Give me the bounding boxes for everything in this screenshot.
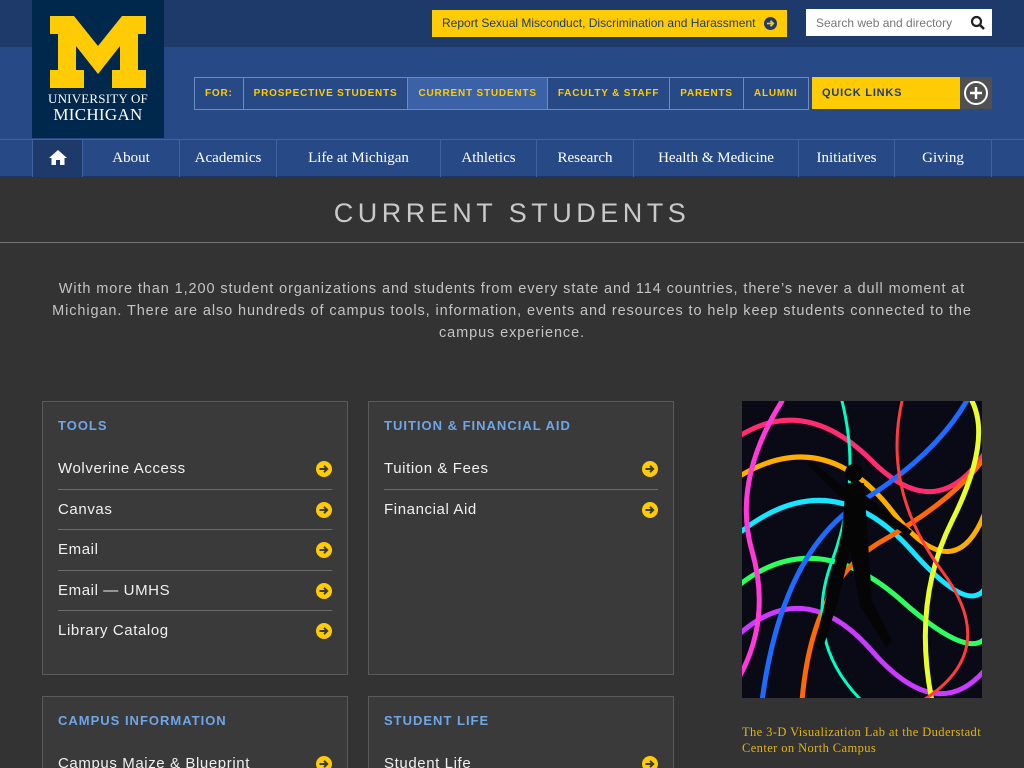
- link-label: Email: [58, 541, 99, 558]
- nav-life-at-michigan[interactable]: Life at Michigan: [276, 140, 440, 177]
- link-email[interactable]: Email: [58, 530, 332, 571]
- search-input[interactable]: [806, 9, 966, 36]
- link-label: Canvas: [58, 500, 113, 518]
- nav-home[interactable]: [32, 140, 82, 177]
- visualization-lab-photo[interactable]: [742, 401, 982, 698]
- tuition-heading: TUITION & FINANCIAL AID: [384, 418, 571, 433]
- logo-text-michigan: MICHIGAN: [53, 105, 143, 124]
- block-m-icon: [50, 16, 146, 88]
- page-title: CURRENT STUDENTS: [0, 177, 1024, 243]
- nav-research[interactable]: Research: [536, 140, 633, 177]
- arrow-right-circle-icon: [642, 756, 658, 768]
- university-logo[interactable]: UNIVERSITY OF MICHIGAN: [32, 0, 164, 138]
- tools-heading: TOOLS: [58, 418, 108, 433]
- audience-for-label: FOR:: [205, 88, 233, 99]
- logo-text-university-of: UNIVERSITY OF: [48, 91, 148, 106]
- link-student-life[interactable]: Student Life: [384, 744, 658, 768]
- arrow-right-circle-icon: [316, 542, 332, 558]
- nav-initiatives[interactable]: Initiatives: [798, 140, 894, 177]
- nav-giving[interactable]: Giving: [894, 140, 992, 177]
- search-box: [806, 9, 992, 36]
- link-wolverine-access[interactable]: Wolverine Access: [58, 449, 332, 490]
- link-campus-maize-blueprint[interactable]: Campus Maize & Blueprint: [58, 744, 332, 768]
- audience-parents[interactable]: PARENTS: [669, 78, 743, 109]
- link-tuition-fees[interactable]: Tuition & Fees: [384, 449, 658, 490]
- tools-panel: TOOLS Wolverine Access Canvas Email Emai…: [42, 401, 348, 675]
- arrow-right-circle-icon: [316, 582, 332, 599]
- nav-health-medicine[interactable]: Health & Medicine: [633, 140, 798, 177]
- link-label: Campus Maize & Blueprint: [58, 755, 250, 768]
- link-financial-aid[interactable]: Financial Aid: [384, 490, 658, 531]
- link-label: Wolverine Access: [58, 460, 186, 477]
- arrow-right-circle-icon: [316, 501, 332, 518]
- audience-faculty-staff[interactable]: FACULTY & STAFF: [546, 78, 669, 109]
- report-misconduct-button[interactable]: Report Sexual Misconduct, Discrimination…: [432, 10, 787, 37]
- link-label: Student Life: [384, 755, 472, 768]
- link-label: Financial Aid: [384, 500, 477, 518]
- report-misconduct-label: Report Sexual Misconduct, Discrimination…: [442, 16, 756, 30]
- student-life-panel: STUDENT LIFE Student Life: [368, 696, 674, 768]
- search-icon[interactable]: [970, 15, 986, 31]
- campus-info-heading: CAMPUS INFORMATION: [58, 713, 227, 728]
- link-email-umhs[interactable]: Email — UMHS: [58, 571, 332, 611]
- student-life-heading: STUDENT LIFE: [384, 713, 490, 728]
- arrow-right-circle-icon: [764, 17, 777, 30]
- arrow-right-circle-icon: [316, 756, 332, 768]
- main-nav: About Academics Life at Michigan Athleti…: [0, 139, 1024, 177]
- home-icon: [49, 150, 67, 165]
- campus-info-panel: CAMPUS INFORMATION Campus Maize & Bluepr…: [42, 696, 348, 768]
- arrow-right-circle-icon: [316, 461, 332, 477]
- link-label: Library Catalog: [58, 622, 169, 639]
- arrow-right-circle-icon: [642, 461, 658, 477]
- nav-academics[interactable]: Academics: [179, 140, 276, 177]
- link-label: Email — UMHS: [58, 581, 171, 599]
- photo-caption: The 3-D Visualization Lab at the Duderst…: [742, 725, 982, 755]
- audience-current-students[interactable]: CURRENT STUDENTS: [407, 78, 547, 109]
- quick-links-label: QUICK LINKS: [822, 87, 903, 99]
- plus-circle-icon: [960, 77, 992, 109]
- intro-text: With more than 1,200 student organizatio…: [52, 281, 972, 341]
- light-trails-illustration: [742, 401, 982, 698]
- audience-prospective-students[interactable]: PROSPECTIVE STUDENTS: [242, 78, 408, 109]
- link-library-catalog[interactable]: Library Catalog: [58, 611, 332, 652]
- link-canvas[interactable]: Canvas: [58, 490, 332, 530]
- nav-athletics[interactable]: Athletics: [440, 140, 536, 177]
- arrow-right-circle-icon: [316, 623, 332, 639]
- nav-about[interactable]: About: [82, 140, 179, 177]
- link-label: Tuition & Fees: [384, 460, 489, 477]
- audience-nav: FOR: PROSPECTIVE STUDENTS CURRENT STUDEN…: [194, 77, 809, 110]
- audience-alumni[interactable]: ALUMNI: [742, 78, 808, 109]
- tuition-panel: TUITION & FINANCIAL AID Tuition & Fees F…: [368, 401, 674, 675]
- quick-links-button[interactable]: QUICK LINKS: [812, 77, 992, 109]
- arrow-right-circle-icon: [642, 501, 658, 518]
